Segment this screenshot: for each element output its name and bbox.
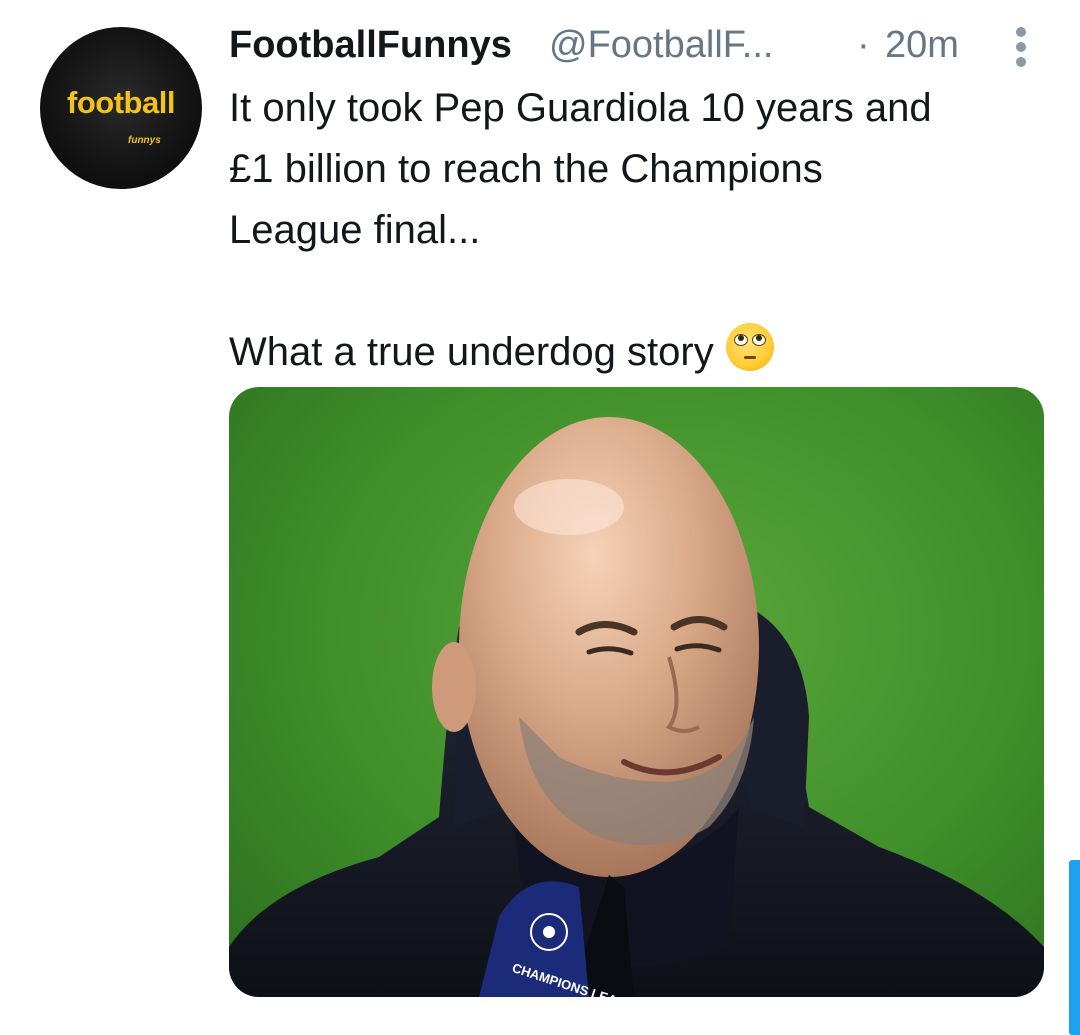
avatar-logo-text: football bbox=[67, 85, 175, 120]
tweet-header: FootballFunnys @FootballF... · 20m bbox=[229, 20, 1059, 72]
display-name[interactable]: FootballFunnys bbox=[229, 24, 512, 67]
tweet-media-photo[interactable]: CHAMPIONS LEAGUE bbox=[229, 387, 1044, 997]
separator-dot: · bbox=[857, 24, 870, 66]
more-vertical-icon[interactable] bbox=[1009, 27, 1033, 67]
scroll-indicator[interactable] bbox=[1069, 860, 1080, 1035]
timestamp[interactable]: 20m bbox=[885, 24, 959, 67]
tweet-text-body: It only took Pep Guardiola 10 years and … bbox=[229, 86, 932, 374]
tweet-text: It only took Pep Guardiola 10 years and … bbox=[229, 78, 1029, 383]
avatar[interactable]: football funnys bbox=[40, 27, 202, 189]
rolling-eyes-emoji-icon bbox=[725, 323, 774, 371]
avatar-logo-subtext: funnys bbox=[128, 135, 161, 146]
user-handle[interactable]: @FootballF... bbox=[549, 24, 773, 67]
photo-illustration: CHAMPIONS LEAGUE bbox=[229, 417, 1044, 997]
tweet[interactable]: football funnys FootballFunnys @Football… bbox=[0, 0, 1080, 1035]
